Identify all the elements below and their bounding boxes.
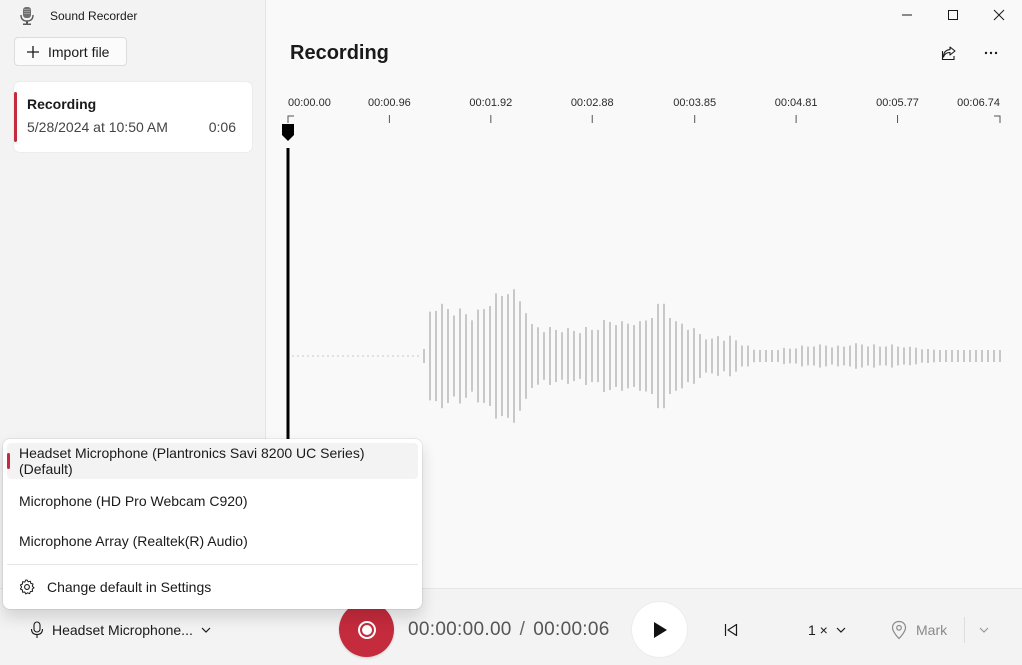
maximize-button[interactable] — [930, 0, 976, 30]
import-file-button[interactable]: Import file — [14, 37, 127, 66]
menu-item-label: Headset Microphone (Plantronics Savi 820… — [19, 445, 365, 477]
timeline-tick-label: 00:00.00 — [288, 97, 331, 109]
recording-date: 5/28/2024 at 10:50 AM — [27, 119, 168, 135]
mark-button[interactable]: Mark — [890, 617, 947, 643]
timeline-tick-label: 00:02.88 — [571, 97, 614, 109]
timeline-tick-label: 00:05.77 — [876, 97, 919, 109]
menu-item-microphone-array[interactable]: Microphone Array (Realtek(R) Audio) — [7, 523, 418, 559]
recording-title: Recording — [27, 96, 97, 112]
recording-list-item[interactable]: Recording 5/28/2024 at 10:50 AM 0:06 — [14, 82, 252, 152]
timeline-tick-label: 00:06.74 — [957, 97, 1000, 109]
microphone-select[interactable]: Headset Microphone... — [30, 618, 211, 642]
change-default-settings-item[interactable]: Change default in Settings — [7, 569, 418, 605]
time-readout: 00:00:00.00 / 00:00:06 — [408, 619, 610, 641]
playback-speed-button[interactable]: 1 × — [808, 620, 846, 640]
timeline-tick-label: 00:03.85 — [673, 97, 716, 109]
location-pin-icon — [891, 620, 907, 640]
playhead-handle — [282, 124, 294, 141]
record-icon — [357, 620, 376, 639]
menu-item-label: Microphone Array (Realtek(R) Audio) — [19, 533, 248, 549]
microphone-label: Headset Microphone... — [52, 622, 193, 638]
selected-indicator — [7, 453, 10, 469]
microphone-app-icon — [18, 6, 36, 26]
close-icon — [993, 9, 1005, 21]
skip-back-icon — [724, 623, 738, 637]
timeline-start-bracket — [287, 115, 294, 123]
play-icon — [653, 621, 667, 638]
share-button[interactable] — [932, 40, 966, 66]
current-time: 00:00:00.00 — [408, 619, 512, 640]
minimize-icon — [902, 14, 912, 16]
sound-recorder-window: Sound Recorder Import file Recording 5/2… — [0, 0, 1022, 665]
app-titlebar: Sound Recorder — [18, 6, 137, 26]
menu-item-webcam-microphone[interactable]: Microphone (HD Pro Webcam C920) — [7, 483, 418, 519]
recording-duration: 0:06 — [208, 119, 236, 135]
divider — [964, 617, 965, 643]
play-button[interactable] — [632, 602, 687, 657]
timeline-tick-label: 00:01.92 — [469, 97, 512, 109]
gear-icon — [19, 579, 35, 595]
timeline-tick-label: 00:04.81 — [775, 97, 818, 109]
maximize-icon — [948, 10, 958, 20]
app-title: Sound Recorder — [50, 9, 138, 23]
microphone-menu: Headset Microphone (Plantronics Savi 820… — [3, 439, 422, 609]
more-options-button[interactable] — [974, 40, 1008, 66]
close-button[interactable] — [976, 0, 1022, 30]
time-separator: / — [519, 619, 526, 640]
import-file-label: Import file — [48, 43, 110, 60]
selected-indicator — [14, 92, 17, 142]
chevron-down-icon — [979, 627, 989, 633]
plus-icon — [26, 45, 40, 59]
chevron-down-icon — [836, 627, 846, 633]
total-time: 00:00:06 — [533, 619, 610, 640]
speed-label: 1 × — [808, 622, 828, 638]
minimize-button[interactable] — [884, 0, 930, 30]
timeline-end-bracket — [994, 115, 1001, 123]
chevron-down-icon — [201, 627, 211, 633]
recording-page-title: Recording — [290, 42, 389, 64]
microphone-icon — [30, 621, 44, 638]
menu-item-label: Microphone (HD Pro Webcam C920) — [19, 493, 248, 509]
menu-divider — [7, 564, 418, 565]
mark-options-button[interactable] — [974, 620, 994, 640]
record-button[interactable] — [339, 602, 394, 657]
timeline-tick-label: 00:00.96 — [368, 97, 411, 109]
menu-item-headset-microphone[interactable]: Headset Microphone (Plantronics Savi 820… — [7, 443, 418, 479]
share-icon — [941, 46, 956, 61]
window-controls — [884, 0, 1022, 30]
settings-label: Change default in Settings — [47, 579, 212, 595]
waveform-timeline[interactable]: 00:00.00 00:00.96 00:01.92 00:02.88 00:03.85… — [266, 88, 1022, 488]
skip-to-start-button[interactable] — [716, 617, 746, 643]
recording-actions — [932, 40, 1008, 66]
mark-label: Mark — [916, 622, 948, 638]
more-icon — [984, 51, 998, 55]
